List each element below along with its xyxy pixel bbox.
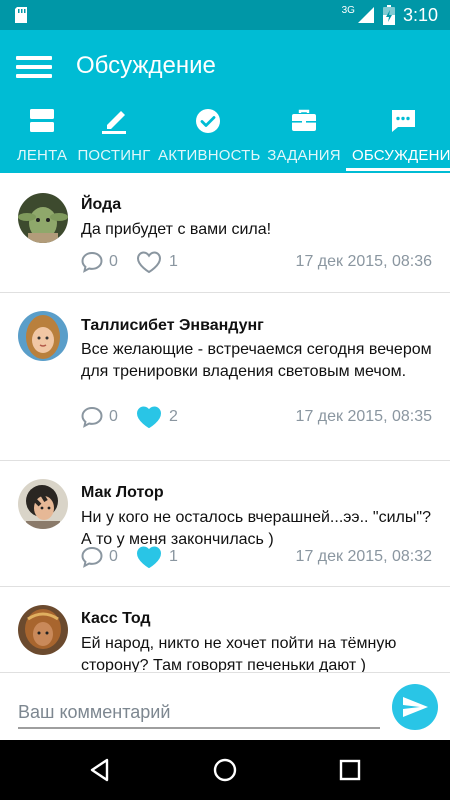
clock: 3:10 [402, 4, 438, 25]
tab-label: ЛЕНТА [16, 147, 68, 164]
recents-icon[interactable] [335, 755, 365, 785]
comment-author[interactable]: Таллисибет Энвандунг [81, 317, 264, 335]
pencil-icon [102, 111, 126, 134]
comment-actions: 0 1 17 дек 2015, 08:32 [80, 545, 432, 571]
avatar[interactable] [18, 311, 68, 361]
tab-tasks[interactable]: ЗАДАНИЯ [262, 102, 346, 173]
tab-activity[interactable]: АКТИВНОСТЬ [158, 102, 261, 173]
tab-bar: ЛЕНТА ПОСТИНГ АКТИВНОСТЬ ЗАДАНИЯ ОБСУЖДЕ… [0, 102, 450, 173]
comment-composer [0, 672, 450, 740]
send-button[interactable] [392, 684, 438, 730]
comment-timestamp: 17 дек 2015, 08:32 [295, 548, 432, 565]
tab-label: ЗАДАНИЯ [267, 147, 341, 164]
status-bar: 3G 3:10 [0, 0, 450, 30]
system-nav-bar [0, 740, 450, 800]
comment-list[interactable]: Йода Да прибудет с вами сила! 0 1 17 дек… [0, 173, 450, 672]
tab-feed[interactable]: ЛЕНТА [0, 102, 84, 173]
check-circle-icon [196, 109, 220, 133]
comment-timestamp: 17 дек 2015, 08:35 [295, 408, 432, 425]
avatar[interactable] [18, 193, 68, 243]
comment-author[interactable]: Йода [81, 196, 121, 214]
page-title: Обсуждение [76, 52, 216, 79]
reply-count: 0 [109, 408, 118, 425]
tab-discussion[interactable]: ОБСУЖДЕНИЕ [346, 102, 450, 173]
send-icon [403, 697, 428, 717]
tab-label: ОБСУЖДЕНИЕ [352, 147, 450, 164]
heart-filled-icon[interactable] [136, 545, 162, 569]
tab-label: ПОСТИНГ [77, 147, 151, 164]
heart-filled-icon[interactable] [136, 405, 162, 429]
comment-author[interactable]: Мак Лотор [81, 484, 164, 502]
reply-icon[interactable] [80, 545, 104, 569]
feed-icon [30, 109, 54, 132]
active-tab-indicator [346, 168, 450, 171]
tab-posting[interactable]: ПОСТИНГ [74, 102, 154, 173]
comment-actions: 0 1 17 дек 2015, 08:36 [80, 250, 432, 276]
tab-label: АКТИВНОСТЬ [158, 147, 261, 164]
briefcase-icon [292, 109, 316, 131]
comment-text: Все желающие - встречаемся сегодня вечер… [81, 341, 432, 380]
reply-icon[interactable] [80, 405, 104, 429]
comment-text: Ей народ, никто не хочет пойти на тёмную… [81, 635, 397, 672]
comment-item: Таллисибет Энвандунг Все желающие - встр… [0, 293, 450, 461]
comment-item: Касс Тод Ей народ, никто не хочет пойти … [0, 587, 450, 672]
like-count: 2 [169, 408, 178, 425]
comment-item: Мак Лотор Ни у кого не осталось вчерашне… [0, 461, 450, 587]
reply-count: 0 [109, 253, 118, 270]
avatar[interactable] [18, 605, 68, 655]
avatar[interactable] [18, 479, 68, 529]
signal-icon [357, 7, 374, 23]
network-type: 3G [341, 4, 355, 16]
comment-timestamp: 17 дек 2015, 08:36 [295, 253, 432, 270]
reply-count: 0 [109, 548, 118, 565]
reply-icon[interactable] [80, 250, 104, 274]
comment-author[interactable]: Касс Тод [81, 610, 151, 628]
comment-input[interactable] [18, 697, 380, 729]
comment-item: Йода Да прибудет с вами сила! 0 1 17 дек… [0, 173, 450, 293]
chat-icon [391, 110, 415, 132]
battery-icon [382, 5, 395, 25]
like-count: 1 [169, 548, 178, 565]
app-bar: Обсуждение ЛЕНТА ПОСТИНГ АКТИВНОСТЬ ЗАДА… [0, 30, 450, 173]
sd-card-icon [15, 7, 27, 23]
comment-actions: 0 2 17 дек 2015, 08:35 [80, 405, 432, 431]
like-count: 1 [169, 253, 178, 270]
hamburger-menu-icon[interactable] [16, 53, 52, 81]
comment-text: Да прибудет с вами сила! [81, 221, 272, 238]
back-icon[interactable] [85, 755, 115, 785]
home-icon[interactable] [210, 755, 240, 785]
heart-outline-icon[interactable] [136, 250, 162, 274]
